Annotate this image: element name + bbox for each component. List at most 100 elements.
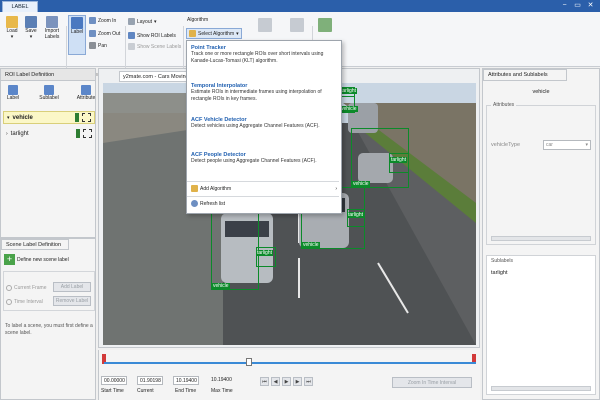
tool-attribute-text: Attribute: [76, 95, 96, 101]
scene-panel-tab[interactable]: Scene Label Definition: [1, 239, 69, 250]
menu-item-acf-vehicle-detector[interactable]: ACF Vehicle Detector Detect vehicles usi…: [191, 117, 337, 130]
vehicle-type-select[interactable]: car ▾: [543, 140, 591, 150]
algorithm-dropdown-menu: Point Tracker Track one or more rectangl…: [186, 40, 342, 214]
roi-bounding-box[interactable]: tarlight: [347, 209, 365, 227]
attributes-panel: Attributes and Sublabels vehicle Attribu…: [482, 68, 600, 400]
roi-sublabel-item[interactable]: › tarlight: [3, 127, 95, 140]
roi-labels-icon: [128, 32, 135, 39]
label-mode-button[interactable]: Label: [68, 15, 86, 55]
attributes-panel-tab[interactable]: Attributes and Sublabels: [483, 69, 567, 81]
export-icon[interactable]: [318, 18, 332, 32]
menu-item-description: Estimate ROIs in intermediate frames usi…: [191, 89, 322, 102]
settings-icon[interactable]: [258, 18, 272, 32]
scene-hint-text: To label a scene, you must first define …: [5, 323, 93, 336]
timeline-track[interactable]: [104, 362, 476, 364]
tab-label[interactable]: LABEL: [2, 1, 38, 12]
menu-divider: [187, 196, 339, 197]
roi-box-label: tarlight: [347, 212, 365, 218]
zoom-in-time-interval-button[interactable]: Zoom In Time Interval: [392, 377, 472, 388]
last-frame-icon[interactable]: ⏭: [304, 377, 313, 386]
timeline-panel: 00.00000 01.90198 10.19400 10.19400 Star…: [98, 350, 480, 400]
rectangle-roi-icon: [82, 113, 91, 122]
time-interval-radio[interactable]: Time Interval: [6, 299, 43, 305]
start-time-field[interactable]: 00.00000: [101, 376, 127, 385]
current-time-field[interactable]: 01.90198: [137, 376, 163, 385]
run-icon[interactable]: [290, 18, 304, 32]
define-scene-label-button[interactable]: + Define new scene label: [4, 254, 69, 265]
sublabel-item[interactable]: tarlight: [491, 270, 508, 276]
roi-box-label: tarlight: [340, 88, 358, 94]
folder-icon: [6, 16, 18, 28]
minimize-icon[interactable]: −: [560, 1, 569, 10]
roi-box-label: vehicle: [352, 181, 370, 187]
refresh-icon: [191, 200, 198, 207]
close-icon[interactable]: ✕: [586, 1, 595, 10]
zoom-out-icon: [89, 30, 96, 37]
previous-frame-icon[interactable]: ◀: [271, 377, 280, 386]
layout-button[interactable]: Layout ▾: [128, 18, 157, 25]
attributes-box: Attributes vehicleType car ▾: [486, 102, 596, 245]
select-algorithm-dropdown[interactable]: Select Algorithm ▾: [186, 28, 242, 39]
label-mode-label: Label: [70, 29, 84, 35]
plus-icon: +: [4, 254, 15, 265]
menu-item-point-tracker[interactable]: Point Tracker Track one or more rectangl…: [191, 45, 337, 64]
roi-label-panel: ROI Label Definition Label Sublabel Attr…: [0, 68, 96, 238]
add-label-button[interactable]: Add Label: [53, 282, 91, 292]
save-button[interactable]: Save ▾: [22, 16, 40, 40]
zoom-out-label: Zoom Out: [98, 30, 121, 37]
show-scene-labels-label: Show Scene Labels: [137, 43, 182, 50]
end-time-label: End Time: [175, 388, 197, 394]
sublabels-scrollbar[interactable]: [491, 386, 591, 391]
label-color-swatch[interactable]: [76, 129, 80, 138]
chevron-down-icon: ▾: [10, 34, 14, 40]
refresh-list-menu-item[interactable]: Refresh list: [191, 200, 225, 207]
roi-label-name: vehicle: [12, 114, 33, 121]
zoom-in-button[interactable]: Zoom In: [89, 17, 116, 24]
import-labels-label: Import Labels: [44, 28, 60, 40]
first-frame-icon[interactable]: ⏮: [260, 377, 269, 386]
next-frame-icon[interactable]: ▶: [293, 377, 302, 386]
label-add-icon: [8, 85, 18, 95]
remove-label-button[interactable]: Remove Label: [53, 296, 91, 306]
algorithm-header: Algorithm: [187, 17, 209, 23]
playhead-slider[interactable]: [246, 358, 253, 366]
zoom-out-button[interactable]: Zoom Out: [89, 30, 120, 37]
label-color-swatch[interactable]: [75, 113, 79, 122]
show-scene-labels-toggle[interactable]: Show Scene Labels: [128, 43, 181, 50]
current-frame-radio[interactable]: Current Frame: [6, 285, 47, 291]
vehicle-type-value: car: [546, 142, 553, 148]
chevron-down-icon: ▾: [585, 142, 588, 148]
roi-label-item[interactable]: ▾ vehicle: [3, 111, 95, 124]
add-algorithm-menu-item[interactable]: Add Algorithm ›: [191, 185, 337, 192]
sublabels-box: Sublabels tarlight: [486, 255, 596, 395]
end-time-field[interactable]: 10.19400: [173, 376, 199, 385]
add-label-button[interactable]: Label: [4, 85, 22, 101]
add-sublabel-button[interactable]: Sublabel: [39, 85, 59, 101]
play-icon[interactable]: ▶: [282, 377, 291, 386]
radio-icon: [6, 285, 12, 291]
maximize-icon[interactable]: ▭: [573, 1, 582, 10]
selected-label-name: vehicle: [532, 89, 550, 95]
menu-item-temporal-interpolator[interactable]: Temporal Interpolator Estimate ROIs in i…: [191, 83, 337, 102]
pan-button[interactable]: Pan: [89, 42, 107, 49]
show-roi-labels-toggle[interactable]: Show ROI Labels: [128, 32, 176, 39]
attributes-header: Attributes: [491, 102, 517, 108]
add-attribute-button[interactable]: Attribute: [75, 85, 97, 101]
layout-icon: [128, 18, 135, 25]
start-time-label: Start Time: [101, 388, 124, 394]
scene-panel-title: Scene Label Definition: [6, 241, 62, 248]
load-button[interactable]: Load ▾: [3, 16, 21, 40]
refresh-list-label: Refresh list: [200, 200, 226, 207]
sublabel-add-icon: [44, 85, 54, 95]
menu-divider: [187, 181, 339, 182]
roi-bounding-box[interactable]: vehicle: [211, 210, 259, 290]
max-time-value: 10.19400: [211, 377, 232, 383]
add-algorithm-icon: [191, 185, 198, 192]
menu-item-acf-people-detector[interactable]: ACF People Detector Detect people using …: [191, 152, 337, 165]
pan-icon: [89, 42, 96, 49]
attributes-scrollbar[interactable]: [491, 236, 591, 241]
rectangle-roi-icon: [83, 129, 92, 138]
roi-bounding-box[interactable]: tarlight: [256, 247, 276, 267]
import-labels-button[interactable]: Import Labels: [40, 16, 64, 40]
roi-bounding-box[interactable]: tarlight: [389, 153, 409, 173]
